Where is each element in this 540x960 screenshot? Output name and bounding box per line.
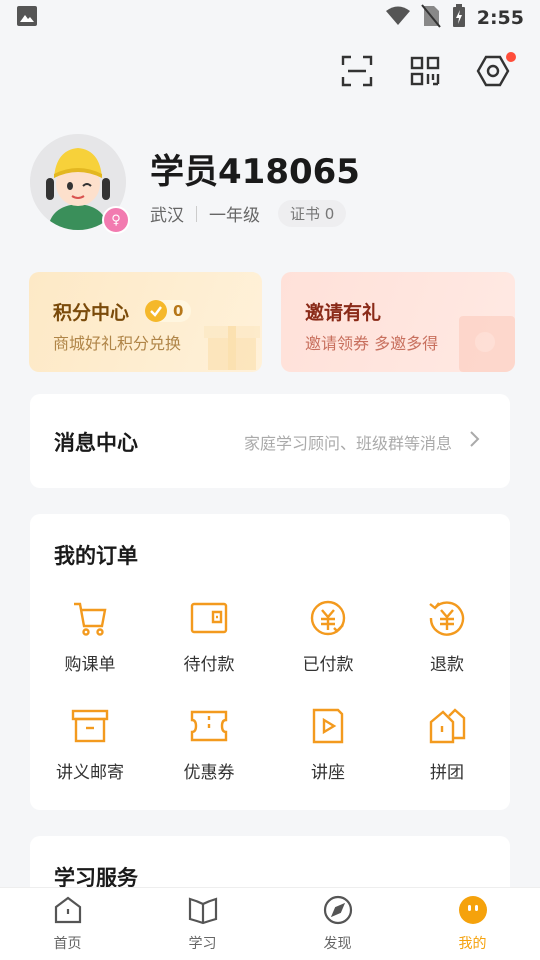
order-item-handout-mail[interactable]: 讲义邮寄	[30, 706, 150, 783]
points-center-card[interactable]: 积分中心 0 商城好礼积分兑换	[29, 272, 262, 372]
notification-dot	[506, 52, 516, 62]
orders-title: 我的订单	[54, 544, 138, 568]
compass-icon	[323, 895, 353, 929]
divider	[196, 205, 197, 222]
lecture-icon	[308, 706, 348, 750]
home-icon	[53, 895, 83, 929]
order-item-label: 待付款	[183, 655, 235, 675]
certificate-chip[interactable]: 证书 0	[278, 200, 347, 227]
tab-mine[interactable]: 我的	[405, 888, 540, 960]
gallery-icon	[16, 5, 38, 31]
order-item-label: 讲义邮寄	[56, 763, 124, 783]
group-icon	[427, 706, 467, 750]
order-item-label: 讲座	[311, 763, 345, 783]
box-icon	[70, 706, 110, 750]
tab-label: 首页	[53, 936, 82, 952]
cart-icon	[70, 598, 110, 642]
top-actions	[340, 52, 516, 92]
tab-label: 我的	[458, 936, 487, 952]
status-time: 2:55	[476, 7, 524, 29]
grade[interactable]: 一年级	[209, 201, 260, 226]
tab-study[interactable]: 学习	[135, 888, 270, 960]
invite-card[interactable]: 邀请有礼 邀请领券 多邀多得	[281, 272, 515, 372]
certificate-label: 证书	[290, 205, 321, 223]
bottom-tab-bar: 首页 学习 发现 我的	[0, 888, 540, 960]
city: 武汉	[150, 206, 184, 226]
settings-icon	[476, 54, 510, 92]
invite-title: 邀请有礼	[305, 302, 382, 324]
points-count: 0	[173, 302, 184, 320]
qr-code-icon	[410, 56, 440, 90]
coin-icon	[145, 300, 167, 322]
orders-section: 我的订单 购课单 待付款 已付款 退款 讲义邮寄 优惠券 讲座 拼团	[30, 514, 510, 810]
qr-code-button[interactable]	[408, 56, 442, 90]
gift-icon	[202, 312, 262, 372]
profile-header: ♀ 学员418065 武汉 一年级 证书 0	[30, 134, 510, 234]
envelope-icon	[455, 312, 515, 372]
order-item-lecture[interactable]: 讲座	[268, 706, 388, 783]
wallet-icon	[189, 598, 229, 642]
order-item-label: 退款	[430, 655, 464, 675]
points-center-title: 积分中心	[53, 302, 130, 324]
order-item-refund[interactable]: 退款	[387, 598, 507, 675]
coupon-icon	[189, 706, 229, 750]
tab-discover[interactable]: 发现	[270, 888, 405, 960]
scan-button[interactable]	[340, 55, 374, 91]
points-center-subtitle: 商城好礼积分兑换	[53, 334, 182, 353]
message-center-title: 消息中心	[54, 431, 138, 455]
status-bar: 2:55	[0, 0, 540, 36]
username: 学员418065	[150, 152, 360, 192]
order-item-paid[interactable]: 已付款	[268, 598, 388, 675]
profile-face-icon	[458, 895, 488, 929]
tab-label: 学习	[188, 936, 217, 952]
message-center-hint: 家庭学习顾问、班级群等消息	[243, 434, 452, 453]
refund-icon	[427, 598, 467, 642]
tab-home[interactable]: 首页	[0, 888, 135, 960]
settings-button[interactable]	[476, 52, 516, 92]
no-sim-icon	[420, 4, 441, 32]
order-item-group-buy[interactable]: 拼团	[387, 706, 507, 783]
scan-icon	[341, 55, 373, 91]
wifi-icon	[385, 5, 411, 31]
order-item-label: 购课单	[64, 655, 116, 675]
order-item-label: 拼团	[430, 763, 464, 783]
message-center-row[interactable]: 消息中心 家庭学习顾问、班级群等消息	[30, 394, 510, 488]
battery-charging-icon	[451, 4, 467, 32]
paid-icon	[308, 598, 348, 642]
female-icon: ♀	[102, 206, 130, 234]
points-badge: 0	[145, 300, 192, 322]
order-item-cart[interactable]: 购课单	[30, 598, 150, 675]
tab-label: 发现	[323, 936, 352, 952]
order-item-coupon[interactable]: 优惠券	[149, 706, 269, 783]
profile-meta: 武汉 一年级 证书 0	[150, 200, 347, 227]
chevron-right-icon	[468, 430, 480, 452]
order-item-label: 已付款	[302, 655, 354, 675]
book-icon	[188, 895, 218, 929]
order-item-label: 优惠券	[183, 763, 235, 783]
invite-subtitle: 邀请领券 多邀多得	[305, 334, 439, 353]
certificate-count: 0	[324, 205, 335, 223]
promo-cards: 积分中心 0 商城好礼积分兑换 邀请有礼 邀请领券 多邀多得	[29, 272, 515, 372]
order-item-pending-payment[interactable]: 待付款	[149, 598, 269, 675]
